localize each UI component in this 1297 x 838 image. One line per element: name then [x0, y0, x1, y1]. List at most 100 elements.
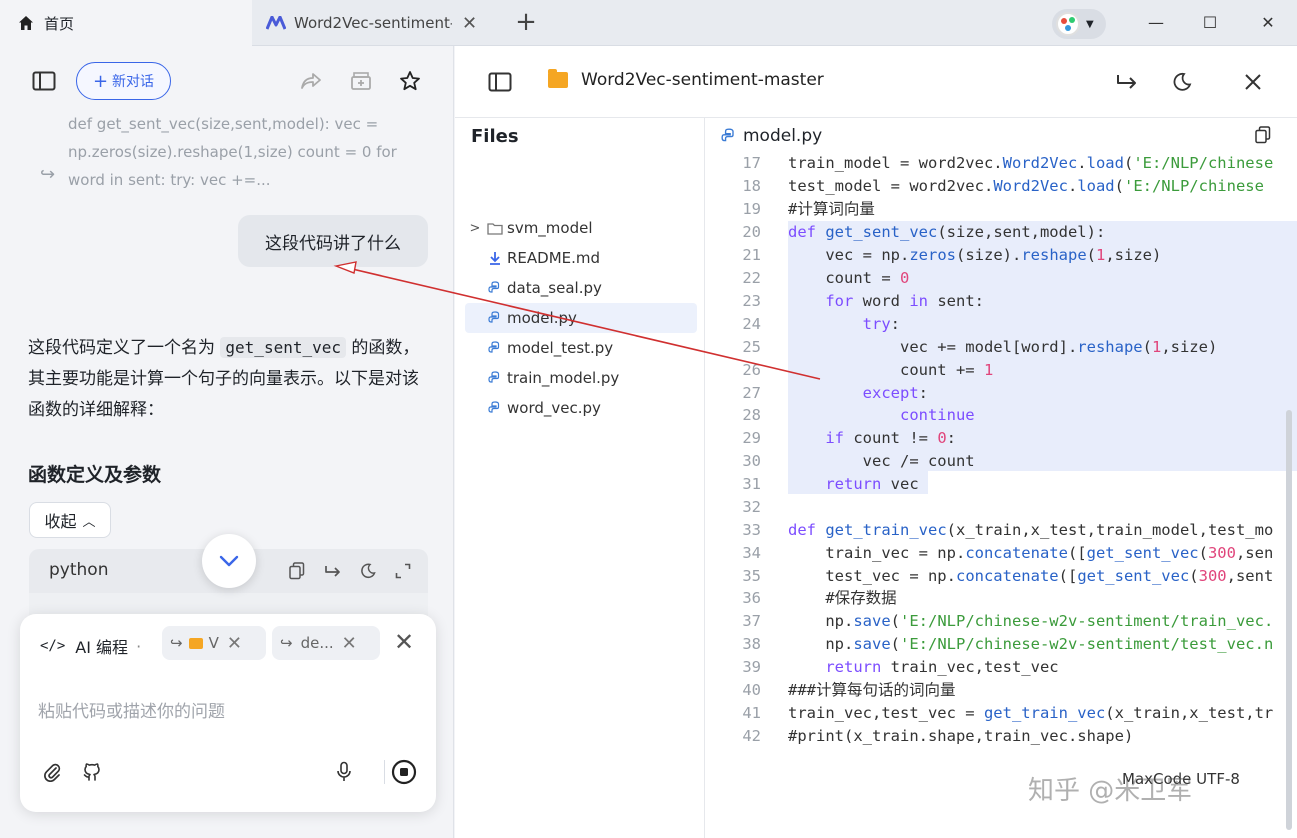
sidebar-toggle-icon[interactable]: [484, 66, 516, 98]
code-line: 22 count = 0: [742, 269, 910, 287]
editor-tab-label: model.py: [743, 126, 823, 146]
home-icon: [16, 13, 36, 33]
chat-panel: + 新对话 def get_sent_vec(size,sent,model): …: [0, 46, 454, 838]
github-icon[interactable]: [78, 758, 106, 786]
code-line: 36 #保存数据: [742, 589, 897, 607]
file-name: word_vec.py: [507, 399, 601, 417]
file-name: train_model.py: [507, 369, 620, 387]
files-title: Files: [471, 126, 519, 147]
code-line: 31 return vec: [742, 475, 919, 493]
expand-icon[interactable]: [391, 559, 415, 583]
new-chat-label: 新对话: [112, 74, 155, 90]
answer-text-1: 这段代码定义了一个名为: [28, 338, 215, 358]
code-language: python: [49, 560, 109, 580]
watermark: 知乎 @米卫军: [1028, 776, 1193, 806]
code-line: 32: [742, 498, 761, 516]
editor-scrollbar[interactable]: [1286, 410, 1292, 830]
star-icon[interactable]: [396, 67, 424, 95]
tab-project[interactable]: Word2Vec-sentiment-master ✕: [252, 0, 498, 46]
file-item-train-model[interactable]: train_model.py: [465, 363, 697, 393]
file-item-readme[interactable]: README.md: [465, 243, 697, 273]
context-chip-selection[interactable]: ↪ de... ✕: [272, 626, 380, 660]
code-line: 33 def get_train_vec(x_train,x_test,train…: [742, 521, 1274, 539]
markdown-download-icon: [485, 249, 505, 267]
share-icon[interactable]: [297, 67, 325, 95]
python-file-icon: [485, 309, 505, 327]
file-item-word-vec[interactable]: word_vec.py: [465, 393, 697, 423]
code-line: 39 return train_vec,test_vec: [742, 658, 1059, 676]
chevron-down-icon: [219, 555, 239, 567]
reference-arrow-icon: ↪: [170, 634, 183, 652]
file-item-data-seal[interactable]: data_seal.py: [465, 273, 697, 303]
code-line: 35 test_vec = np.concatenate([get_sent_v…: [742, 567, 1274, 585]
file-name: model.py: [507, 309, 577, 327]
copy-icon[interactable]: [285, 559, 309, 583]
folder-outline-icon: [485, 219, 505, 237]
copy-icon[interactable]: [1255, 126, 1271, 148]
insert-icon[interactable]: [321, 559, 345, 583]
file-item-svm-model[interactable]: > svm_model: [465, 213, 697, 243]
file-item-model-test[interactable]: model_test.py: [465, 333, 697, 363]
new-chat-button[interactable]: + 新对话: [76, 62, 171, 100]
attachment-icon[interactable]: [38, 758, 66, 786]
code-line: 37 np.save('E:/NLP/chinese-w2v-sentiment…: [742, 612, 1274, 630]
code-line: 27 except:: [742, 384, 928, 402]
stop-icon[interactable]: [390, 758, 418, 786]
code-content[interactable]: 17 train_model = word2vec.Word2Vec.load('…: [705, 154, 1297, 838]
python-file-icon: [485, 399, 505, 417]
code-line: 21 vec = np.zeros(size).reshape(1,size): [742, 246, 1162, 264]
project-title: Word2Vec-sentiment-master: [581, 70, 824, 90]
code-line: 38 np.save('E:/NLP/chinese-w2v-sentiment…: [742, 635, 1274, 653]
file-item-model[interactable]: model.py: [465, 303, 697, 333]
theme-moon-icon[interactable]: [1166, 66, 1198, 98]
mode-label: AI 编程: [75, 638, 129, 657]
quoted-code-snippet: def get_sent_vec(size,sent,model): vec =…: [68, 115, 397, 189]
tab-home[interactable]: 首页: [0, 0, 252, 46]
file-name: data_seal.py: [507, 279, 602, 297]
python-file-icon: [485, 369, 505, 387]
close-panel-icon[interactable]: [1237, 66, 1269, 98]
theme-moon-icon[interactable]: [356, 559, 380, 583]
file-tree: Files > svm_model README.md data_seal.py…: [455, 118, 705, 838]
chat-input[interactable]: [38, 694, 418, 730]
insert-icon[interactable]: [1111, 66, 1143, 98]
editor-tab[interactable]: model.py: [721, 126, 822, 146]
minimize-button[interactable]: —: [1136, 8, 1176, 38]
scroll-down-button[interactable]: [202, 534, 256, 588]
code-line: 20 def get_sent_vec(size,sent,model):: [742, 223, 1106, 241]
code-line: 19 #计算词向量: [742, 200, 875, 218]
remove-chip-icon[interactable]: ✕: [342, 633, 357, 654]
code-line: 30 vec /= count: [742, 452, 975, 470]
microphone-icon[interactable]: [330, 758, 358, 786]
code-line: 23 for word in sent:: [742, 292, 984, 310]
maximize-button[interactable]: ☐: [1190, 8, 1230, 38]
tab-home-label: 首页: [44, 14, 75, 33]
profile-menu[interactable]: ▼: [1052, 9, 1106, 39]
code-line: 18 test_model = word2vec.Word2Vec.load('E…: [742, 177, 1264, 195]
reference-arrow-icon: ↪: [280, 634, 293, 652]
python-file-icon: [485, 279, 505, 297]
chevron-up-icon: ︿: [82, 514, 96, 530]
code-icon: </>: [40, 638, 66, 654]
close-composer-icon[interactable]: ✕: [394, 628, 414, 656]
section-heading: 函数定义及参数: [28, 464, 162, 486]
collapse-button[interactable]: 收起 ︿: [29, 502, 111, 538]
sidebar-toggle-icon[interactable]: [30, 67, 58, 95]
new-tab-button[interactable]: +: [512, 8, 540, 38]
code-line: 29 if count != 0:: [742, 429, 957, 447]
assistant-answer: 这段代码定义了一个名为 get_sent_vec 的函数，其主要功能是计算一个句…: [28, 332, 428, 426]
remove-chip-icon[interactable]: ✕: [227, 633, 242, 654]
quote-arrow-icon: ↪: [40, 164, 56, 185]
maxcode-logo-icon: [266, 13, 286, 33]
archive-icon[interactable]: [347, 67, 375, 95]
context-chip-folder[interactable]: ↪ V ✕: [162, 626, 266, 660]
chat-composer: </> AI 编程 · ↪ V ✕ ↪ de... ✕ ✕: [20, 614, 436, 812]
ai-coding-mode[interactable]: </> AI 编程 ·: [40, 634, 141, 658]
close-tab-icon[interactable]: ✕: [462, 13, 477, 34]
project-header: Word2Vec-sentiment-master: [455, 46, 1297, 118]
collapse-label: 收起: [44, 512, 77, 531]
code-line: 41 train_vec,test_vec = get_train_vec(x_t…: [742, 704, 1274, 722]
chevron-down-icon: ▼: [1086, 18, 1094, 30]
code-line: 34 train_vec = np.concatenate([get_sent_…: [742, 544, 1274, 562]
window-close-button[interactable]: ✕: [1248, 8, 1288, 38]
